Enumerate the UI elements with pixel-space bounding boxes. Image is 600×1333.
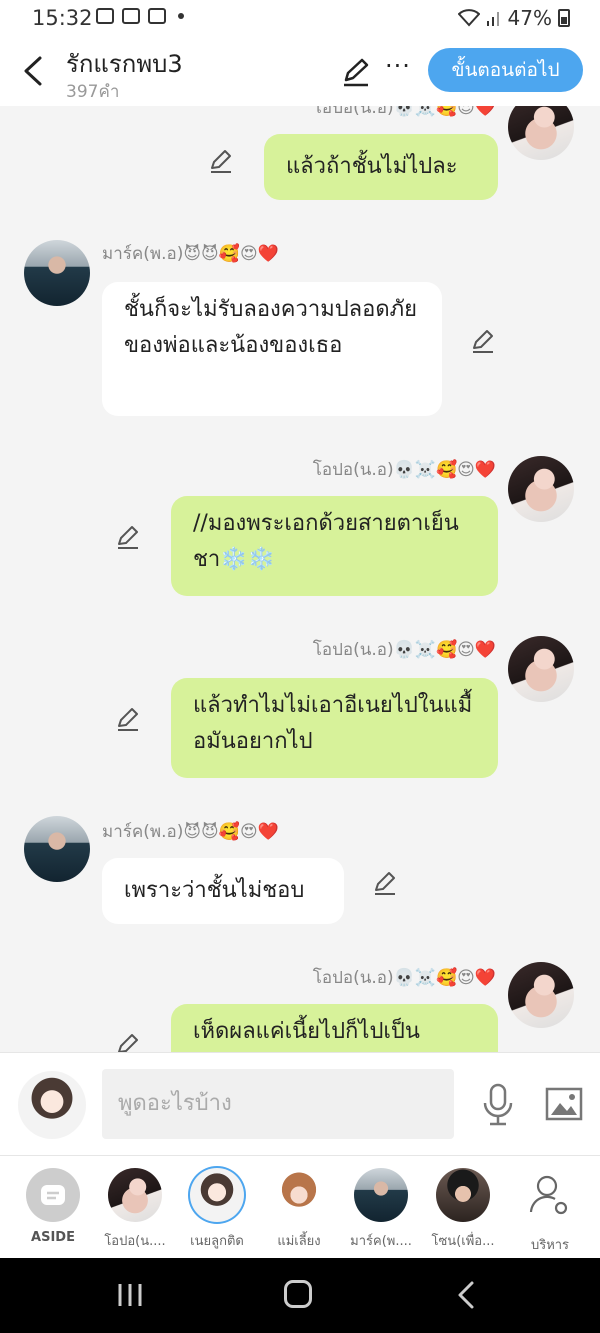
character-selector: ASIDE โอปอ(น.... เนยลูกติด แม่เลี้ยง มาร… [0, 1155, 600, 1259]
character-opor[interactable]: โอปอ(น.... [95, 1168, 175, 1251]
recent-apps-icon[interactable] [116, 1282, 144, 1308]
image-icon[interactable] [545, 1087, 583, 1121]
camera-notification-icon [148, 8, 166, 24]
chat-area[interactable]: โอปอ(น.อ)💀☠️🥰😍❤️ แล้วถ้าชั้นไม่ไปละ มาร์… [0, 106, 600, 1052]
status-right: 47% [457, 6, 570, 30]
message-speaker-name: โอปอ(น.อ)💀☠️🥰😍❤️ [312, 968, 496, 988]
message-bubble[interactable]: เห็ดผลแค่เนี้ยไปก็ไปเป็น [171, 1004, 498, 1052]
aside-icon [26, 1168, 80, 1222]
message-composer: พูดอะไรบ้าง [0, 1052, 600, 1155]
character-label: มาร์ค(พ.... [350, 1234, 412, 1249]
mark-avatar[interactable] [24, 240, 90, 306]
message-bubble[interactable]: แล้วถ้าชั้นไม่ไปละ [264, 134, 498, 200]
message-speaker-name: มาร์ค(พ.อ)😈😈🥰😍❤️ [102, 244, 279, 264]
message-speaker-name: มาร์ค(พ.อ)😈😈🥰😍❤️ [102, 822, 279, 842]
signal-icon [486, 12, 499, 26]
system-navigation-bar [0, 1258, 600, 1333]
message-bubble[interactable]: ชั้นก็จะไม่รับลองความปลอดภัยของพ่อและน้อ… [102, 282, 442, 416]
character-label: โอปอ(น.... [104, 1234, 166, 1249]
home-icon[interactable] [284, 1280, 312, 1308]
battery-icon [558, 9, 570, 27]
character-label: แม่เลี้ยง [277, 1234, 321, 1249]
message-speaker-name: โอปอ(น.อ)💀☠️🥰😍❤️ [312, 106, 496, 118]
message-bubble[interactable]: เพราะว่าชั้นไม่ชอบ [102, 858, 344, 924]
character-label: บริหาร [530, 1238, 570, 1253]
character-noey[interactable]: เนยลูกติด [177, 1168, 257, 1251]
character-label: โซน(เพื่อ... [431, 1234, 495, 1249]
message-speaker-name: โอปอ(น.อ)💀☠️🥰😍❤️ [312, 640, 496, 660]
more-notifications-dot-icon [178, 13, 184, 19]
character-label: เนยลูกติด [190, 1234, 244, 1249]
mark-avatar[interactable] [24, 816, 90, 882]
edit-message-icon[interactable] [470, 328, 496, 354]
edit-message-icon[interactable] [372, 870, 398, 896]
opor-avatar [108, 1168, 162, 1222]
word-count: 397คำ [66, 82, 120, 102]
opor-avatar[interactable] [508, 962, 574, 1028]
message-bubble[interactable]: แล้วทำไมไม่เอาอีเนยไปในแมื้อมันอยากไป [171, 678, 498, 778]
opor-avatar[interactable] [508, 636, 574, 702]
story-header: รักแรกพบ3 397คำ ··· ขั้นตอนต่อไป [0, 36, 600, 106]
next-step-button[interactable]: ขั้นตอนต่อไป [428, 48, 583, 92]
character-aside[interactable]: ASIDE [13, 1168, 93, 1245]
back-arrow-icon[interactable] [20, 54, 48, 88]
wifi-icon [457, 9, 480, 27]
status-bar: 15:32 47% [0, 0, 600, 36]
manage-characters[interactable]: บริหาร [510, 1168, 590, 1255]
battery-percent: 47% [507, 6, 552, 30]
character-zone[interactable]: โซน(เพื่อ... [423, 1168, 503, 1251]
gallery-notification-icon [96, 8, 114, 24]
noey-avatar [190, 1168, 244, 1222]
edit-message-icon[interactable] [115, 1032, 141, 1052]
edit-message-icon[interactable] [208, 148, 234, 174]
character-stepmother[interactable]: แม่เลี้ยง [259, 1168, 339, 1251]
opor-avatar[interactable] [508, 456, 574, 522]
more-options-icon[interactable]: ··· [385, 52, 411, 80]
opor-avatar[interactable] [508, 106, 574, 160]
mark-avatar [354, 1168, 408, 1222]
message-bubble[interactable]: //มองพระเอกด้วยสายตาเย็นชา❄️❄️ [171, 496, 498, 596]
message-speaker-name: โอปอ(น.อ)💀☠️🥰😍❤️ [312, 460, 496, 480]
edit-message-icon[interactable] [115, 524, 141, 550]
status-time: 15:32 [32, 6, 93, 30]
current-character-avatar[interactable] [18, 1071, 86, 1139]
notification-icons [96, 8, 184, 24]
stepmother-avatar [272, 1168, 326, 1222]
manage-characters-icon [529, 1175, 568, 1215]
character-mark[interactable]: มาร์ค(พ.... [341, 1168, 421, 1251]
character-label: ASIDE [31, 1230, 75, 1245]
microphone-icon[interactable] [482, 1083, 514, 1127]
message-input[interactable]: พูดอะไรบ้าง [102, 1069, 454, 1139]
zone-avatar [436, 1168, 490, 1222]
nav-back-icon[interactable] [456, 1280, 476, 1310]
play-notification-icon [122, 8, 140, 24]
edit-message-icon[interactable] [115, 706, 141, 732]
edit-pencil-icon[interactable] [340, 56, 372, 88]
